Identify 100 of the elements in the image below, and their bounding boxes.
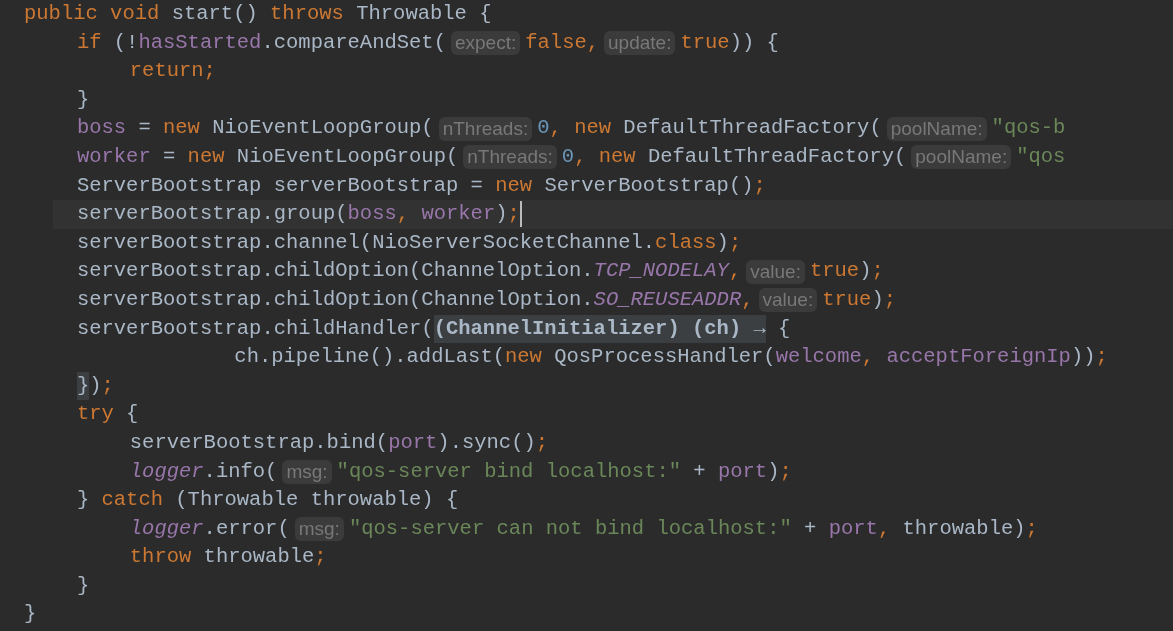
keyword-token: public void — [24, 1, 161, 27]
keyword-token: new — [187, 143, 226, 170]
keyword-token: return; — [129, 58, 216, 85]
code-token: } — [76, 487, 91, 514]
code-token: )) — [1070, 344, 1096, 371]
keyword-token: , new — [549, 115, 613, 142]
keyword-token: , — [861, 344, 876, 371]
keyword-token: ; — [314, 544, 327, 571]
code-token: + — [692, 458, 707, 485]
static-field-token: SO_REUSEADDR — [593, 286, 742, 313]
code-token: ch.pipeline().addLast( — [234, 344, 505, 371]
parameter-hint: value: — [758, 288, 818, 313]
code-token: ) — [871, 286, 884, 313]
code-token: start() — [171, 1, 259, 27]
keyword-token: new — [163, 115, 201, 142]
code-token: serverBootstrap.childHandler( — [76, 315, 434, 342]
keyword-token: ; — [779, 458, 792, 485]
keyword-token: catch — [101, 487, 164, 514]
static-field-token: TCP_NODELAY — [593, 258, 729, 285]
code-token: ServerBootstrap serverBootstrap = — [76, 172, 484, 199]
code-token: } — [76, 86, 90, 113]
keyword-token: true — [822, 286, 872, 313]
parameter-hint: expect: — [450, 30, 521, 55]
parameter-hint: nThreads: — [463, 145, 557, 170]
code-token: ) — [859, 258, 872, 285]
code-token: { — [777, 315, 791, 342]
code-token: NioEventLoopGroup( — [212, 115, 434, 142]
code-token: } — [24, 601, 37, 628]
number-token: 0 — [561, 143, 575, 170]
parameter-hint: poolName: — [911, 145, 1012, 170]
code-token: throwable — [203, 544, 315, 571]
string-token: "qos — [1016, 143, 1066, 170]
keyword-token: ; — [535, 429, 549, 456]
keyword-token: , — [877, 515, 892, 542]
keyword-token: ; — [871, 258, 884, 285]
code-token: DefaultThreadFactory( — [623, 115, 882, 142]
string-token: "qos-b — [991, 115, 1066, 142]
code-token: (Throwable throwable) { — [175, 487, 459, 514]
code-token: .info( — [203, 458, 278, 485]
keyword-token: , — [741, 286, 754, 313]
code-token: ) — [767, 458, 780, 485]
code-token: = — [162, 143, 177, 170]
parameter-hint: msg: — [294, 517, 344, 541]
code-token: serverBootstrap.channel(NioServerSocketChannel. — [76, 229, 656, 256]
code-token: NioEventLoopGroup( — [236, 143, 459, 170]
code-token: ) — [716, 229, 729, 256]
keyword-token: throws — [270, 1, 345, 27]
string-token: "qos-server bind localhost:" — [336, 458, 682, 485]
static-field-token: logger — [129, 458, 204, 485]
code-token: serverBootstrap.group( — [76, 201, 348, 228]
keyword-token: ; — [753, 172, 766, 199]
field-token: port — [828, 515, 878, 542]
keyword-token: true — [680, 29, 730, 56]
keyword-token: ; — [728, 229, 742, 256]
keyword-token: if — [76, 29, 103, 56]
code-token: serverBootstrap.childOption(ChannelOption. — [76, 258, 594, 285]
field-token: acceptForeignIp — [886, 344, 1071, 371]
field-token: worker — [76, 143, 151, 170]
keyword-token: new — [495, 172, 534, 199]
code-token: DefaultThreadFactory( — [647, 143, 907, 170]
code-token: serverBootstrap.bind( — [129, 429, 389, 456]
code-token: + — [803, 515, 818, 542]
parameter-hint: msg: — [282, 459, 332, 484]
code-token: (! — [113, 29, 139, 56]
text-cursor — [519, 201, 522, 228]
code-token: } — [76, 572, 90, 599]
code-token: Throwable { — [356, 1, 492, 27]
code-token: QosProcessHandler( — [554, 344, 776, 371]
code-token: serverBootstrap.childOption(ChannelOption. — [76, 286, 594, 313]
number-token: 0 — [537, 115, 550, 142]
keyword-token: ; — [883, 286, 897, 313]
field-token: port — [717, 458, 768, 485]
field-token: boss — [347, 201, 397, 228]
code-token: ) — [495, 201, 508, 228]
parameter-hint: poolName: — [886, 116, 987, 141]
keyword-token: ; — [507, 201, 520, 228]
code-token: ServerBootstrap() — [544, 172, 754, 199]
code-token: throwable) — [902, 515, 1026, 542]
code-token: .error( — [203, 515, 290, 542]
keyword-token: ; — [1025, 515, 1038, 542]
keyword-token: try — [76, 401, 115, 428]
folded-lambda: (ChannelInitializer) (ch) → — [433, 314, 766, 344]
keyword-token: ; — [1095, 344, 1108, 371]
parameter-hint: update: — [604, 30, 676, 55]
keyword-token: false, — [525, 29, 600, 56]
keyword-token: , new — [574, 143, 637, 170]
code-token: ).sync() — [437, 429, 536, 456]
keyword-token: class — [655, 229, 717, 256]
keyword-token: , — [396, 201, 411, 228]
matched-brace: } — [76, 371, 90, 401]
field-token: hasStarted — [138, 29, 262, 56]
field-token: port — [388, 429, 438, 456]
parameter-hint: value: — [746, 259, 805, 284]
keyword-token: throw — [129, 544, 193, 571]
string-token: "qos-server can not bind localhost:" — [348, 515, 792, 542]
field-token: welcome — [775, 344, 862, 371]
keyword-token: new — [505, 344, 543, 371]
parameter-hint: nThreads: — [438, 116, 533, 141]
static-field-token: logger — [129, 515, 204, 542]
keyword-token: true — [809, 258, 860, 285]
